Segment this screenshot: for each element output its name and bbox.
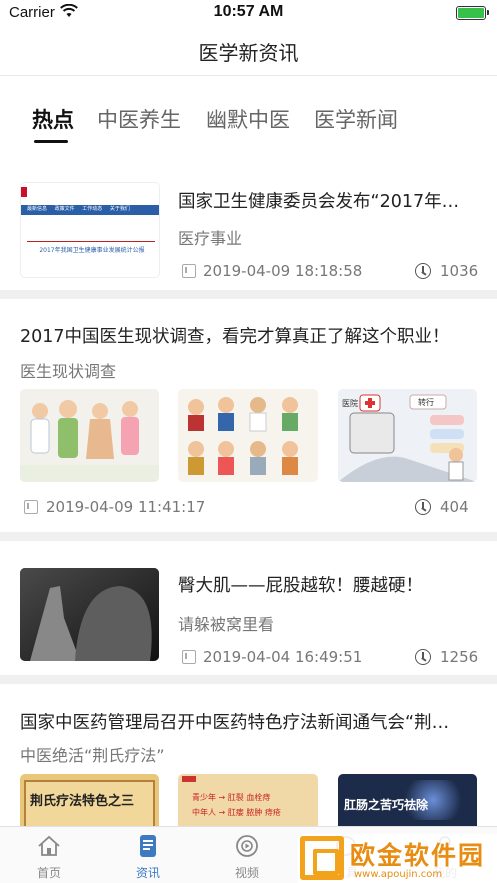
tab-medical-news[interactable]: 医学新闻 bbox=[314, 104, 398, 134]
patients-illustration bbox=[178, 389, 318, 482]
news-icon bbox=[140, 835, 156, 857]
article-item[interactable]: 臀大肌——屁股越软！腰越硬！ 请躲被窝里看 2019-04-04 16:49:5… bbox=[0, 541, 497, 673]
article-title: 国家卫生健康委员会发布“2017年… bbox=[178, 192, 460, 212]
category-tabs: 热点 中医养生 幽默中医 医学新闻 bbox=[0, 94, 497, 150]
thumb-jing2-row: 青少年 → 肛裂 血栓痔 bbox=[192, 793, 271, 802]
thumb-jing3-text: 肛肠之苦巧祛除 bbox=[344, 798, 429, 812]
article-date: 2019-04-04 16:49:51 bbox=[203, 648, 363, 666]
article-date: 2019-04-09 18:18:58 bbox=[203, 262, 363, 280]
video-icon bbox=[236, 835, 258, 857]
doctors-illustration bbox=[20, 389, 159, 482]
home-icon bbox=[38, 835, 60, 856]
nav-bar: 医学新资讯 bbox=[0, 26, 497, 76]
article-tag: 医生现状调查 bbox=[20, 362, 117, 381]
article-tag: 中医绝活“荆氏疗法” bbox=[20, 746, 165, 765]
thumb-jing2-row: 中年人 → 肛瘘 脓肿 痔疮 bbox=[192, 808, 281, 817]
thumb-jing1-text: 荆氏疗法特色之三 bbox=[30, 794, 135, 809]
active-tab-indicator bbox=[34, 140, 68, 143]
thumb-transfer-sign: 转行 bbox=[418, 398, 434, 407]
page-title: 医学新资讯 bbox=[198, 41, 299, 65]
views-clock-icon bbox=[415, 499, 431, 515]
thumb-nav-item: 政策文件 bbox=[54, 206, 75, 212]
article-image-patients bbox=[178, 389, 318, 482]
article-item[interactable]: 最新信息 政策文件 工作动态 关于我们 2017年我国卫生健康事业发展统计公报 … bbox=[0, 160, 497, 290]
gluteus-photo bbox=[20, 568, 159, 661]
tab-humor-tcm[interactable]: 幽默中医 bbox=[206, 104, 290, 134]
thumb-jing2-logo bbox=[182, 776, 196, 782]
tabbar-news[interactable]: 资讯 bbox=[113, 827, 183, 883]
battery-fill bbox=[458, 8, 484, 18]
tabbar-label: 首页 bbox=[36, 866, 61, 880]
watermark-icon bbox=[300, 836, 344, 880]
tab-hot[interactable]: 热点 bbox=[32, 104, 74, 134]
article-image-doctors bbox=[20, 389, 159, 482]
article-thumbnail bbox=[20, 568, 159, 661]
article-image-jing2: 青少年 → 肛裂 血栓痔 中年人 → 肛瘘 脓肿 痔疮 bbox=[178, 774, 318, 826]
article-date: 2019-04-09 11:41:17 bbox=[46, 498, 206, 516]
tabbar-label: 资讯 bbox=[135, 866, 160, 880]
section-divider bbox=[0, 532, 497, 541]
watermark-brand: 欧金软件园 bbox=[350, 841, 486, 870]
article-thumbnail: 最新信息 政策文件 工作动态 关于我们 2017年我国卫生健康事业发展统计公报 bbox=[20, 182, 160, 278]
tabbar-home[interactable]: 首页 bbox=[14, 827, 84, 883]
calendar-icon bbox=[24, 500, 38, 514]
calendar-icon bbox=[182, 650, 196, 664]
tabbar-label: 视频 bbox=[234, 866, 259, 880]
tabbar-video[interactable]: 视频 bbox=[212, 827, 282, 883]
article-title: 臀大肌——屁股越软！腰越硬！ bbox=[178, 576, 423, 596]
article-tag: 医疗事业 bbox=[178, 229, 243, 248]
article-image-jing3: 肛肠之苦巧祛除 bbox=[338, 774, 477, 826]
thumb-hospital-sign: 医院 bbox=[342, 399, 358, 408]
clock: 10:57 AM bbox=[213, 3, 284, 20]
thumb-nav-item: 最新信息 bbox=[27, 206, 48, 212]
article-views: 1036 bbox=[440, 262, 479, 280]
article-item[interactable]: 2017中国医生现状调查，看完才算真正了解这个职业！ 医生现状调查 医院 转行 … bbox=[0, 299, 497, 532]
article-image-jing1: 荆氏疗法特色之三 bbox=[20, 774, 159, 826]
article-views: 404 bbox=[440, 498, 469, 516]
battery-icon bbox=[456, 6, 489, 20]
hospital-cartoon bbox=[338, 389, 477, 482]
article-title: 2017中国医生现状调查，看完才算真正了解这个职业！ bbox=[20, 327, 450, 347]
views-clock-icon bbox=[415, 263, 431, 279]
article-tag: 请躲被窝里看 bbox=[178, 615, 275, 634]
watermark-logo: 欧金软件园 www.apoujin.com bbox=[298, 834, 497, 883]
views-clock-icon bbox=[415, 649, 431, 665]
thumb-gov-header bbox=[21, 183, 159, 205]
tab-tcm-health[interactable]: 中医养生 bbox=[97, 104, 181, 134]
thumb-nav-item: 关于我们 bbox=[109, 206, 130, 212]
watermark-url: www.apoujin.com bbox=[354, 869, 443, 880]
status-bar: Carrier 10:57 AM bbox=[0, 0, 497, 26]
thumb-gov-nav: 最新信息 政策文件 工作动态 关于我们 bbox=[21, 205, 159, 215]
thumb-gov-banner: 2017年我国卫生健康事业发展统计公报 bbox=[39, 247, 145, 254]
section-divider bbox=[0, 675, 497, 684]
thumb-nav-item: 工作动态 bbox=[82, 206, 103, 212]
article-image-cartoon: 医院 转行 bbox=[338, 389, 477, 482]
thumb-gov-rule bbox=[27, 241, 155, 242]
section-divider bbox=[0, 290, 497, 299]
article-title: 国家中医药管理局召开中医药特色疗法新闻通气会“荆… bbox=[20, 713, 450, 733]
article-views: 1256 bbox=[440, 648, 479, 666]
article-item[interactable]: 国家中医药管理局召开中医药特色疗法新闻通气会“荆… 中医绝活“荆氏疗法” 荆氏疗… bbox=[0, 684, 497, 826]
calendar-icon bbox=[182, 264, 196, 278]
